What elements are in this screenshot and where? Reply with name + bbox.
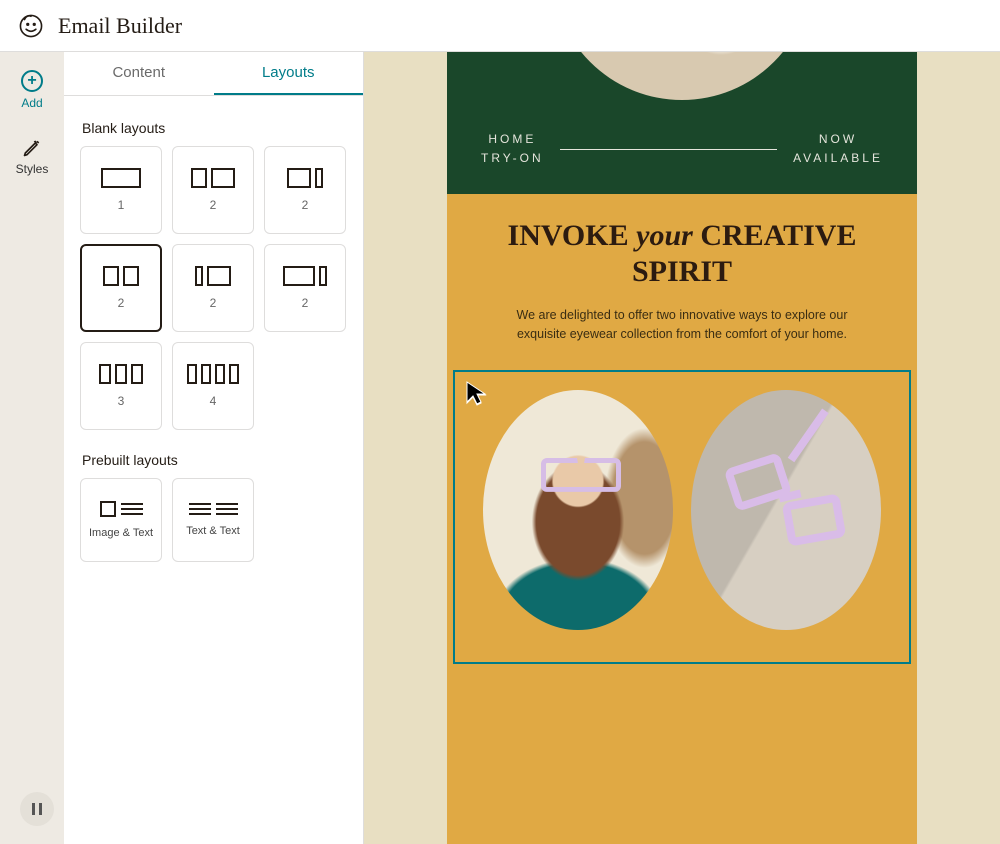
- add-button[interactable]: + Add: [21, 70, 43, 110]
- blank-layouts-grid: 1 2 2 2 2 2: [80, 146, 347, 430]
- editor-canvas[interactable]: HOME TRY-ON NOW AVAILABLE INVOKE your CR…: [364, 52, 1000, 844]
- monkey-icon: [18, 13, 44, 39]
- divider-line: [560, 149, 777, 150]
- text-lines-icon: [189, 503, 211, 515]
- glasses-graphic: [721, 450, 861, 590]
- email-preview[interactable]: HOME TRY-ON NOW AVAILABLE INVOKE your CR…: [447, 52, 917, 844]
- layout-4col[interactable]: 4: [172, 342, 254, 430]
- nav-left-text[interactable]: HOME TRY-ON: [481, 130, 544, 168]
- blank-layouts-title: Blank layouts: [82, 120, 347, 136]
- prebuilt-text-text[interactable]: Text & Text: [172, 478, 254, 562]
- text-lines-icon: [121, 503, 143, 515]
- pencil-icon: [22, 138, 42, 158]
- sidebar-body: Blank layouts 1 2 2 2 2: [64, 96, 363, 576]
- product-image-left[interactable]: [483, 390, 673, 630]
- plus-circle-icon: +: [21, 70, 43, 92]
- styles-label: Styles: [16, 162, 49, 176]
- styles-button[interactable]: Styles: [16, 138, 49, 176]
- selected-layout-block[interactable]: [453, 370, 911, 664]
- prebuilt-layouts-title: Prebuilt layouts: [82, 452, 347, 468]
- headline[interactable]: INVOKE your CREATIVE SPIRIT: [467, 218, 897, 290]
- tab-content[interactable]: Content: [64, 52, 214, 95]
- brand-logo: [18, 13, 44, 39]
- add-label: Add: [21, 96, 42, 110]
- product-image-right[interactable]: [691, 390, 881, 630]
- app-header: Email Builder: [0, 0, 1000, 52]
- layout-2col-e[interactable]: 2: [264, 244, 346, 332]
- layout-2col-a[interactable]: 2: [172, 146, 254, 234]
- layout-2col-d[interactable]: 2: [172, 244, 254, 332]
- pause-icon: [32, 803, 35, 815]
- hero-image[interactable]: [552, 52, 812, 100]
- left-rail: + Add Styles: [0, 52, 64, 844]
- pause-icon: [39, 803, 42, 815]
- prebuilt-layouts-grid: Image & Text Text & Text: [80, 478, 347, 562]
- hero-nav: HOME TRY-ON NOW AVAILABLE: [447, 100, 917, 178]
- nav-right-text[interactable]: NOW AVAILABLE: [793, 130, 883, 168]
- pause-button[interactable]: [20, 792, 54, 826]
- layout-2col-c[interactable]: 2: [80, 244, 162, 332]
- tab-layouts[interactable]: Layouts: [214, 52, 364, 95]
- layout-1col[interactable]: 1: [80, 146, 162, 234]
- layout-3col[interactable]: 3: [80, 342, 162, 430]
- two-column-content: [463, 380, 901, 654]
- layout-2col-b[interactable]: 2: [264, 146, 346, 234]
- prebuilt-image-text[interactable]: Image & Text: [80, 478, 162, 562]
- subcopy[interactable]: We are delighted to offer two innovative…: [492, 306, 872, 344]
- hero-section[interactable]: HOME TRY-ON NOW AVAILABLE: [447, 52, 917, 194]
- app-title: Email Builder: [58, 13, 182, 39]
- sidebar-tabs: Content Layouts: [64, 52, 363, 96]
- text-lines-icon: [216, 503, 238, 515]
- image-placeholder-icon: [100, 501, 116, 517]
- sidebar-panel: Content Layouts Blank layouts 1 2 2 2: [64, 52, 364, 844]
- headline-block[interactable]: INVOKE your CREATIVE SPIRIT We are delig…: [447, 194, 917, 364]
